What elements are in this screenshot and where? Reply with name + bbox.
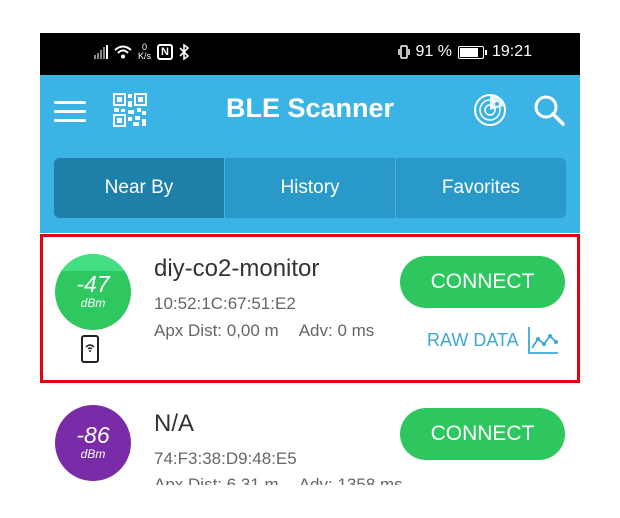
device-adv-interval: Adv: 1358 ms [298,475,403,485]
battery-percent: 91 % [415,43,452,60]
rssi-indicator: -86 dBm [55,405,131,481]
rssi-unit: dBm [80,447,106,461]
vibrate-icon [398,45,411,59]
app-bar: BLE Scanner Near By History Favorites [40,75,580,233]
clock: 19:21 [491,43,532,60]
net-speed: 0 K/s [138,43,151,61]
bluetooth-icon [179,44,189,60]
net-speed-unit: K/s [138,51,152,61]
device-list-item[interactable]: -86 dBm N/A 74:F3:38:D9:48:E5 Apx Dist: … [40,388,580,485]
status-right: 91 % 19:21 [397,43,532,61]
rssi-value: -86 [76,422,110,448]
signal-icon [94,45,108,59]
tab-near-by[interactable]: Near By [54,158,224,218]
connect-button[interactable]: CONNECT [400,408,565,460]
device-distance-row: Apx Dist: 6,31 m Adv: 1358 ms [154,475,403,485]
status-bar: 0 K/s N 91 % 19:21 [40,33,580,75]
phone-screen: 0 K/s N 91 % 19:21 BLE Scanner Near By H… [40,33,580,485]
radar-icon[interactable] [473,93,507,127]
tab-bar: Near By History Favorites [54,158,566,218]
device-name: N/A [154,410,195,437]
device-mac: 74:F3:38:D9:48:E5 [154,449,297,468]
selection-highlight [40,234,580,383]
nfc-icon: N [157,44,173,60]
wifi-icon [114,45,132,59]
battery-level [459,47,478,57]
status-left: 0 K/s N [94,43,189,61]
battery-icon [457,45,487,59]
tab-history[interactable]: History [224,158,395,218]
tab-favorites[interactable]: Favorites [395,158,566,218]
search-icon[interactable] [532,93,566,127]
device-distance: Apx Dist: 6,31 m [154,475,279,485]
